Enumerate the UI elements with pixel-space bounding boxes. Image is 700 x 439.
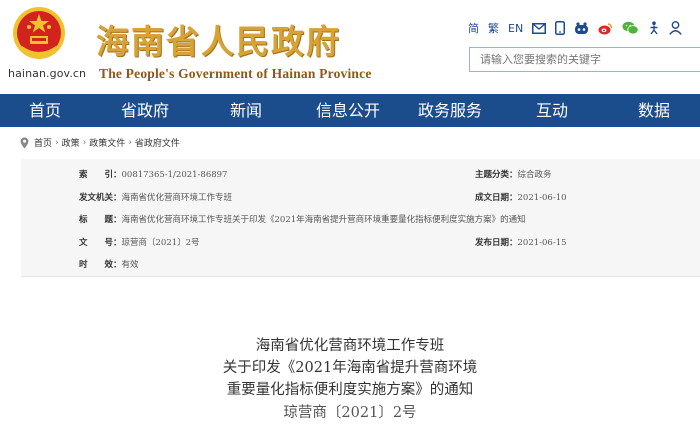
title-row: 标 题：海南省优化营商环境工作专班关于印发《2021年海南省提升营商环境重要量化… bbox=[79, 213, 526, 225]
national-emblem-logo[interactable] bbox=[12, 6, 66, 60]
accessibility-icon[interactable] bbox=[574, 21, 589, 35]
title-label: 标 题： bbox=[79, 215, 122, 225]
breadcrumb-home[interactable]: 首页 bbox=[34, 136, 52, 149]
site-domain: hainan.gov.cn bbox=[8, 67, 87, 80]
document-number: 琼营商〔2021〕2号 bbox=[283, 405, 417, 421]
title-value: 海南省优化营商环境工作专班关于印发《2021年海南省提升营商环境重要量化指标便利… bbox=[121, 215, 526, 225]
topic-value: 综合政务 bbox=[517, 170, 552, 180]
doc-number-label: 文 号： bbox=[79, 238, 122, 248]
index-value: 00817365-1/2021-86897 bbox=[121, 170, 228, 180]
issuer-label: 发文机关： bbox=[79, 193, 122, 203]
mobile-icon[interactable] bbox=[555, 21, 566, 35]
doc-number-value: 琼营商〔2021〕2号 bbox=[121, 238, 200, 248]
validity-value: 有效 bbox=[121, 260, 139, 270]
created-date-label: 成文日期： bbox=[475, 193, 518, 203]
index-label: 索 引： bbox=[79, 170, 122, 180]
index-row: 索 引：00817365-1/2021-86897 bbox=[79, 168, 227, 180]
elder-mode-icon[interactable] bbox=[648, 21, 660, 35]
nav-information-disclosure[interactable]: 信息公开 bbox=[316, 94, 380, 127]
location-pin-icon bbox=[20, 137, 29, 148]
breadcrumb-policy-documents[interactable]: 政策文件 bbox=[89, 136, 125, 149]
doc-number-row: 文 号：琼营商〔2021〕2号 bbox=[79, 236, 200, 248]
breadcrumb-separator: › bbox=[55, 137, 59, 148]
published-date-value: 2021-06-15 bbox=[517, 238, 567, 248]
validity-row: 时 效：有效 bbox=[79, 258, 139, 270]
site-search bbox=[469, 47, 700, 72]
nav-interaction[interactable]: 互动 bbox=[536, 94, 568, 127]
site-title-english: The People's Government of Hainan Provin… bbox=[99, 66, 372, 81]
issuer-value: 海南省优化营商环境工作专班 bbox=[121, 193, 233, 203]
published-date-row: 发布日期：2021-06-15 bbox=[475, 236, 567, 248]
breadcrumb-separator: › bbox=[128, 137, 132, 148]
traditional-chinese-link[interactable]: 繁 bbox=[488, 20, 499, 36]
english-link[interactable]: EN bbox=[508, 22, 523, 35]
breadcrumb: 首页 › 政策 › 政策文件 › 省政府文件 bbox=[20, 136, 180, 149]
topic-label: 主题分类： bbox=[475, 170, 518, 180]
site-header: hainan.gov.cn 海南省人民政府 The People's Gover… bbox=[0, 0, 700, 92]
nav-home[interactable]: 首页 bbox=[29, 94, 61, 127]
published-date-label: 发布日期： bbox=[475, 238, 518, 248]
nav-provincial-government[interactable]: 省政府 bbox=[121, 94, 169, 127]
header-toolbar: 简 繁 EN bbox=[468, 19, 691, 37]
breadcrumb-policy[interactable]: 政策 bbox=[62, 136, 80, 149]
validity-label: 时 效： bbox=[79, 260, 122, 270]
nav-news[interactable]: 新闻 bbox=[230, 94, 262, 127]
breadcrumb-separator: › bbox=[82, 137, 87, 148]
user-icon[interactable] bbox=[669, 21, 682, 35]
created-date-row: 成文日期：2021-06-10 bbox=[475, 191, 567, 203]
breadcrumb-provincial-documents[interactable]: 省政府文件 bbox=[135, 136, 180, 149]
nav-data[interactable]: 数据 bbox=[638, 94, 670, 127]
document-title-line-1: 海南省优化营商环境工作专班 bbox=[255, 338, 445, 354]
weibo-icon[interactable] bbox=[598, 22, 613, 35]
simplified-chinese-link[interactable]: 简 bbox=[468, 20, 479, 36]
nav-government-services[interactable]: 政务服务 bbox=[418, 94, 482, 127]
document-info-panel: 索 引：00817365-1/2021-86897 主题分类：综合政务 发文机关… bbox=[21, 159, 700, 277]
main-nav: 首页 省政府 新闻 信息公开 政务服务 互动 数据 bbox=[0, 94, 700, 127]
topic-row: 主题分类：综合政务 bbox=[475, 168, 552, 180]
site-title-chinese[interactable]: 海南省人民政府 bbox=[96, 15, 341, 63]
wechat-icon[interactable] bbox=[622, 21, 639, 35]
mail-icon[interactable] bbox=[532, 22, 547, 34]
search-input[interactable] bbox=[470, 48, 700, 71]
document-title-line-2: 关于印发《2021年海南省提升营商环境 bbox=[222, 360, 478, 376]
document-title-line-3: 重要量化指标便利度实施方案》的通知 bbox=[226, 382, 474, 398]
created-date-value: 2021-06-10 bbox=[517, 193, 567, 203]
issuer-row: 发文机关：海南省优化营商环境工作专班 bbox=[79, 191, 232, 203]
